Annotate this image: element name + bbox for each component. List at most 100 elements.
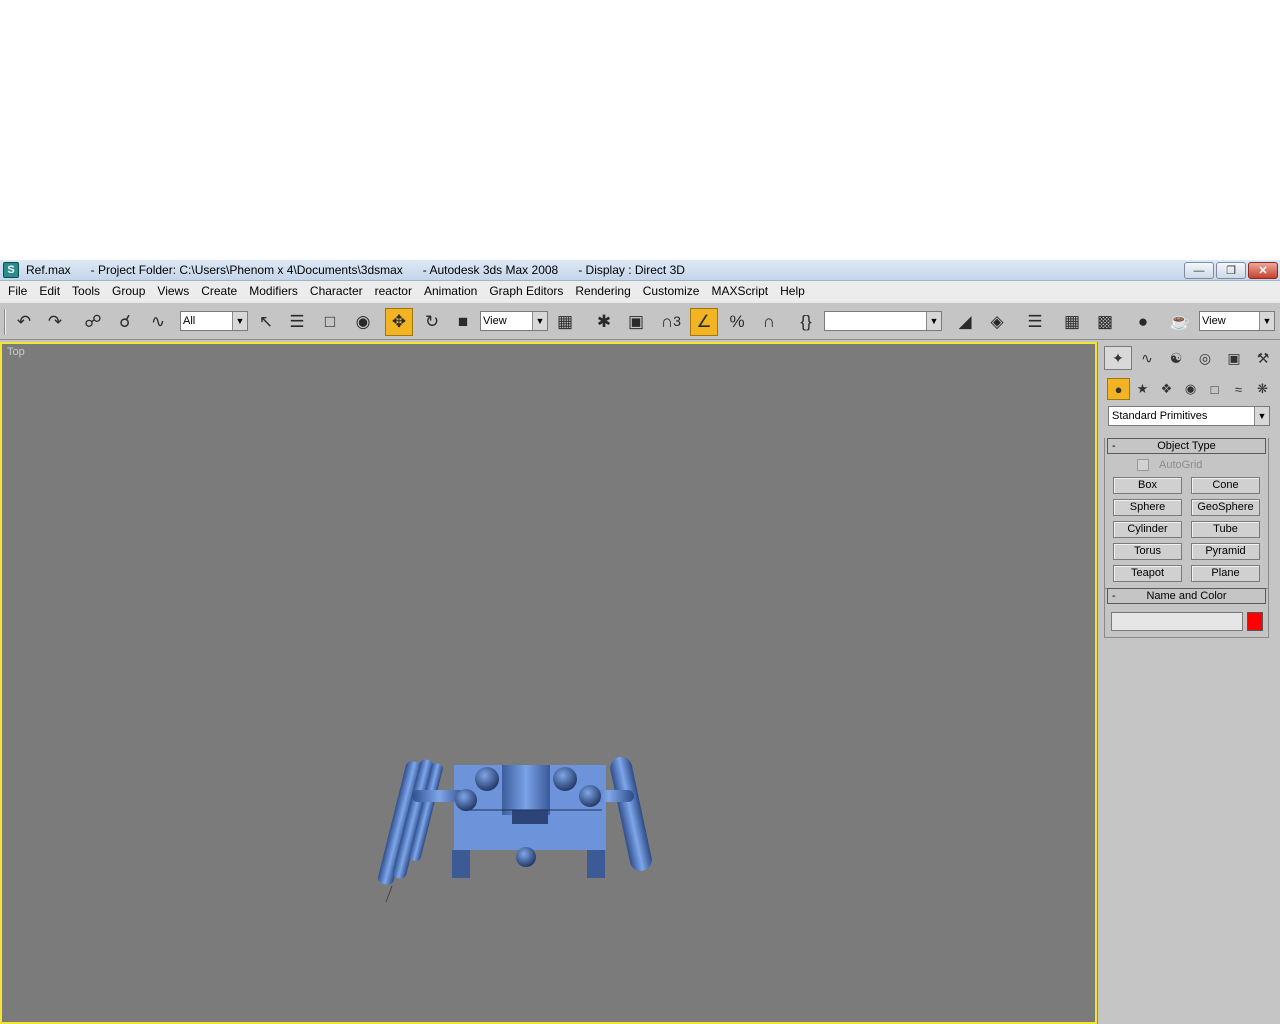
window-controls: — ❐ ✕ (1184, 262, 1278, 279)
restore-button[interactable]: ❐ (1216, 262, 1246, 279)
menu-tools[interactable]: Tools (66, 282, 106, 301)
named-selection-sets-dropdown[interactable]: ▼ (824, 311, 942, 331)
object-name-input[interactable] (1111, 612, 1243, 631)
menu-views[interactable]: Views (151, 282, 195, 301)
space-warps-icon[interactable]: ≈ (1227, 378, 1250, 400)
menu-edit[interactable]: Edit (33, 282, 66, 301)
rectangular-selection-icon[interactable]: □ (316, 308, 344, 336)
shapes-icon[interactable]: ★ (1131, 378, 1154, 400)
menu-reactor[interactable]: reactor (369, 282, 418, 301)
menu-file[interactable]: File (2, 282, 33, 301)
percent-snap-toggle-icon[interactable]: % (723, 308, 751, 336)
display-tab-icon[interactable]: ▣ (1220, 346, 1248, 370)
collapse-icon: - (1112, 590, 1116, 602)
left-arm-tubes (378, 759, 443, 885)
cone-button[interactable]: Cone (1191, 477, 1260, 494)
curve-editor-icon[interactable]: ▦ (1058, 308, 1086, 336)
undo-icon[interactable]: ↶ (10, 308, 38, 336)
menu-maxscript[interactable]: MAXScript (705, 282, 774, 301)
reference-coordinate-value: View (483, 315, 507, 327)
autogrid-label: AutoGrid (1159, 459, 1203, 471)
menu-character[interactable]: Character (304, 282, 369, 301)
keyboard-shortcut-override-icon[interactable]: ▣ (622, 308, 650, 336)
utilities-tab-icon[interactable]: ⚒ (1249, 346, 1277, 370)
app-icon[interactable]: S (3, 262, 19, 278)
lights-icon[interactable]: ❖ (1155, 378, 1178, 400)
joint-ball (579, 785, 601, 807)
teapot-button[interactable]: Teapot (1113, 565, 1182, 582)
select-and-rotate-icon[interactable]: ↻ (418, 308, 446, 336)
object-type-header[interactable]: - Object Type (1107, 438, 1266, 454)
menu-bar: File Edit Tools Group Views Create Modif… (0, 281, 1280, 302)
reference-coordinate-dropdown[interactable]: View ▼ (480, 311, 548, 331)
close-button[interactable]: ✕ (1248, 262, 1278, 279)
geometry-type-dropdown[interactable]: Standard Primitives ▼ (1108, 406, 1270, 426)
menu-group[interactable]: Group (106, 282, 151, 301)
cylinder-button[interactable]: Cylinder (1113, 521, 1182, 538)
menu-modifiers[interactable]: Modifiers (243, 282, 304, 301)
menu-customize[interactable]: Customize (637, 282, 706, 301)
title-bar: S Ref.max - Project Folder: C:\Users\Phe… (0, 260, 1280, 281)
select-and-link-icon[interactable]: ☍ (79, 308, 107, 336)
app-window: S Ref.max - Project Folder: C:\Users\Phe… (0, 260, 1280, 1024)
render-setup-icon[interactable]: ☕ (1166, 308, 1194, 336)
chevron-down-icon: ▼ (532, 312, 547, 330)
autogrid-checkbox[interactable] (1137, 459, 1149, 471)
unlink-selection-icon[interactable]: ☌ (111, 308, 139, 336)
cameras-icon[interactable]: ◉ (1179, 378, 1202, 400)
align-icon[interactable]: ◈ (983, 308, 1011, 336)
object-type-rollout: - Object Type AutoGrid Box Cone Sphere G… (1104, 438, 1269, 589)
robot-model[interactable] (372, 752, 672, 912)
window-crossing-icon[interactable]: ◉ (349, 308, 377, 336)
angle-snap-toggle-icon[interactable]: ∠ (690, 308, 718, 336)
spinner-snap-toggle-icon[interactable]: ∩ (755, 308, 783, 336)
joint-ball (553, 767, 577, 791)
snap-magnet-icon: ∩ (660, 312, 674, 331)
use-pivot-center-icon[interactable]: ▦ (551, 308, 579, 336)
pyramid-button[interactable]: Pyramid (1191, 543, 1260, 560)
plane-button[interactable]: Plane (1191, 565, 1260, 582)
geometry-type-value: Standard Primitives (1112, 410, 1208, 422)
menu-help[interactable]: Help (774, 282, 811, 301)
selection-filter-value: All (183, 315, 196, 327)
select-and-move-icon[interactable]: ✥ (385, 308, 413, 336)
torus-button[interactable]: Torus (1113, 543, 1182, 560)
command-panel: ✦ ∿ ☯ ◎ ▣ ⚒ ● ★ ❖ ◉ □ ≈ ❋ Standard Primi… (1097, 342, 1280, 1024)
box-button[interactable]: Box (1113, 477, 1182, 494)
geosphere-button[interactable]: GeoSphere (1191, 499, 1260, 516)
select-by-name-icon[interactable]: ☰ (283, 308, 311, 336)
menu-graph-editors[interactable]: Graph Editors (483, 282, 569, 301)
bind-to-space-warp-icon[interactable]: ∿ (144, 308, 172, 336)
edit-named-selection-icon[interactable]: {} (792, 308, 820, 336)
minimize-button[interactable]: — (1184, 262, 1214, 279)
create-tab-icon[interactable]: ✦ (1104, 346, 1132, 370)
systems-icon[interactable]: ❋ (1251, 378, 1274, 400)
name-and-color-header[interactable]: - Name and Color (1107, 588, 1266, 604)
helpers-icon[interactable]: □ (1203, 378, 1226, 400)
render-type-dropdown[interactable]: View ▼ (1199, 311, 1275, 331)
autogrid-option[interactable]: AutoGrid (1137, 458, 1268, 472)
motion-tab-icon[interactable]: ◎ (1191, 346, 1219, 370)
modify-tab-icon[interactable]: ∿ (1133, 346, 1161, 370)
schematic-view-icon[interactable]: ▩ (1091, 308, 1119, 336)
menu-create[interactable]: Create (195, 282, 243, 301)
select-object-icon[interactable]: ↖ (252, 308, 280, 336)
material-editor-icon[interactable]: ● (1129, 308, 1157, 336)
tube-button[interactable]: Tube (1191, 521, 1260, 538)
layer-manager-icon[interactable]: ☰ (1021, 308, 1049, 336)
select-and-scale-icon[interactable]: ■ (449, 308, 477, 336)
selection-filter-dropdown[interactable]: All ▼ (180, 311, 248, 331)
top-viewport[interactable]: Top (0, 342, 1097, 1024)
hierarchy-tab-icon[interactable]: ☯ (1162, 346, 1190, 370)
toolbar-separator (4, 309, 6, 335)
snaps-toggle-icon[interactable]: ∩ 3 (657, 308, 685, 336)
viewport-label[interactable]: Top (7, 346, 25, 358)
select-and-manipulate-icon[interactable]: ✱ (590, 308, 618, 336)
mirror-icon[interactable]: ◢ (951, 308, 979, 336)
sphere-button[interactable]: Sphere (1113, 499, 1182, 516)
menu-rendering[interactable]: Rendering (569, 282, 636, 301)
menu-animation[interactable]: Animation (418, 282, 483, 301)
geometry-icon[interactable]: ● (1107, 378, 1130, 400)
object-color-swatch[interactable] (1247, 612, 1263, 631)
redo-icon[interactable]: ↷ (41, 308, 69, 336)
